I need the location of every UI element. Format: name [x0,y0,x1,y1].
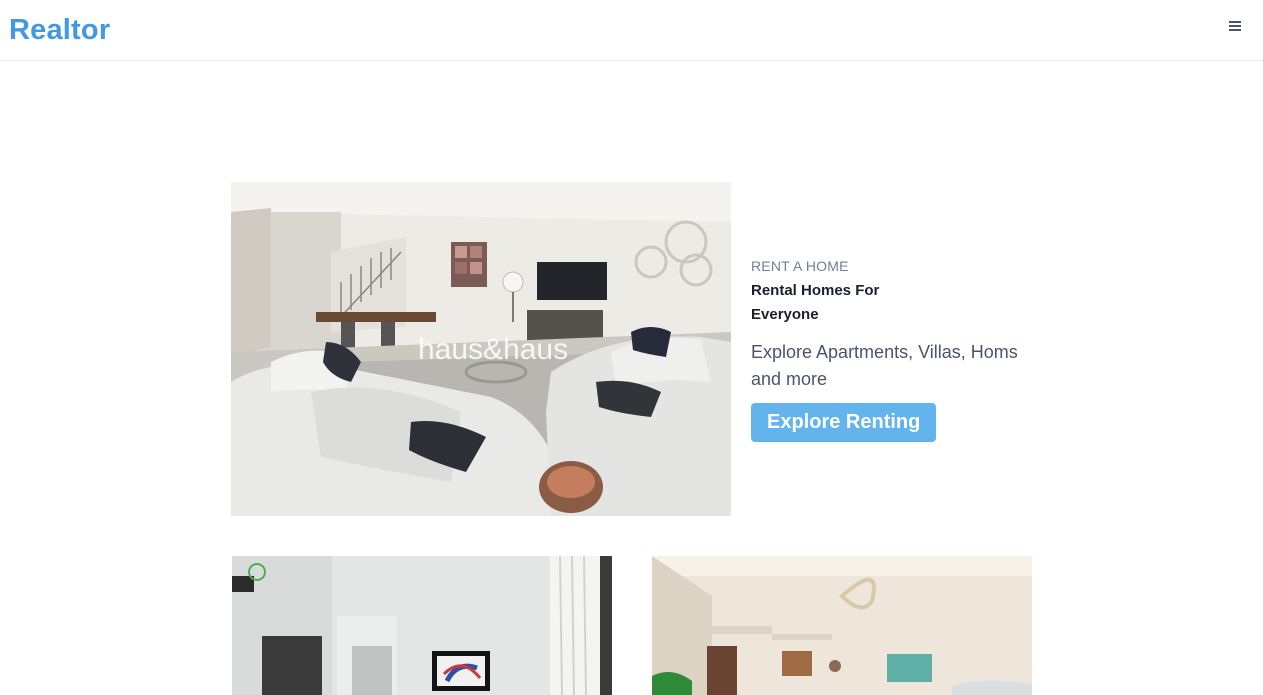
hero-eyebrow: RENT A HOME [751,258,849,274]
svg-text:haus&haus: haus&haus [418,333,568,366]
listing-image-1[interactable] [232,556,612,695]
explore-renting-button[interactable]: Explore Renting [751,403,937,442]
hero-text-block: RENT A HOME Rental Homes For Everyone Ex… [751,258,1041,442]
hero-image: haus&haus [231,182,731,516]
top-navbar: Realtor [0,0,1263,61]
hamburger-menu-icon[interactable] [1228,21,1242,35]
listing-image-2[interactable] [652,556,1032,695]
hero-title: Rental Homes For Everyone [751,282,880,323]
site-logo[interactable]: Realtor [9,14,110,47]
hero-description: Explore Apartments, Villas, Homs and mor… [751,342,1018,389]
